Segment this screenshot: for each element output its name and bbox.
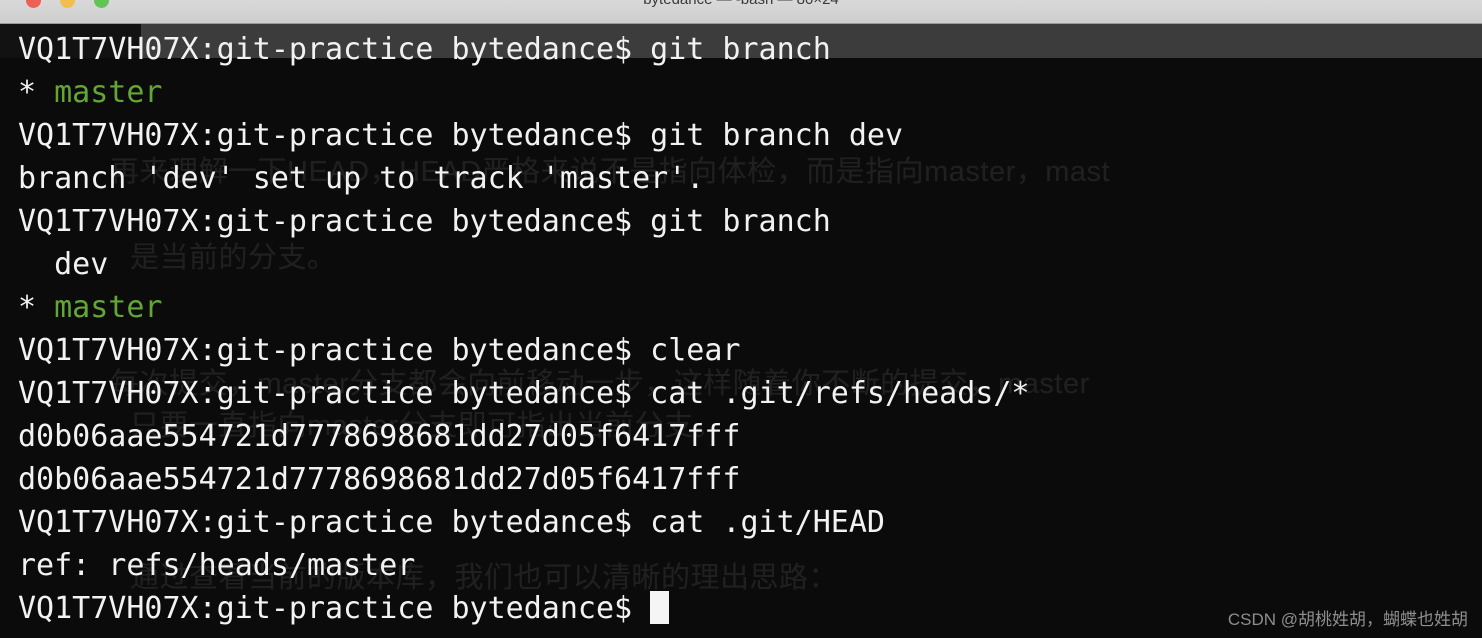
csdn-attribution-watermark: CSDN @胡桃姓胡，蝴蝶也姓胡: [1227, 610, 1468, 629]
branch-current-marker: *: [18, 290, 55, 325]
terminal-output-lines: VQ1T7VH07X:git-practice bytedance$ git b…: [0, 24, 1482, 630]
terminal-line-sha-output: d0b06aae554721d7778698681dd27d05f6417fff: [18, 419, 741, 454]
terminal-line-command: VQ1T7VH07X:git-practice bytedance$ cat .…: [18, 376, 1030, 411]
terminal-line-output: branch 'dev' set up to track 'master'.: [18, 161, 705, 196]
terminal-line-command: VQ1T7VH07X:git-practice bytedance$ git b…: [18, 204, 831, 239]
branch-name-master: master: [54, 75, 163, 110]
branch-current-marker: *: [18, 75, 55, 110]
terminal-window-screenshot: bytedance — -bash — 80×24 再来理解一下HEAD，HEA…: [0, 0, 1482, 638]
terminal-line-output: ref: refs/heads/master: [18, 548, 416, 583]
terminal-line-branch-current: * master: [18, 286, 1482, 329]
shell-prompt: VQ1T7VH07X:git-practice bytedance$: [18, 591, 651, 626]
terminal-line-command: VQ1T7VH07X:git-practice bytedance$ cat .…: [18, 505, 885, 540]
terminal-line-command: VQ1T7VH07X:git-practice bytedance$ clear: [18, 333, 741, 368]
terminal-body[interactable]: 再来理解一下HEAD，HEAD严格来说不是指向体检，而是指向master，mas…: [0, 24, 1482, 638]
terminal-line-command: VQ1T7VH07X:git-practice bytedance$ git b…: [18, 32, 831, 67]
terminal-line-branch-current: * master: [18, 71, 1482, 114]
block-cursor: [650, 591, 670, 624]
window-title: bytedance — -bash — 80×24: [0, 0, 1482, 8]
terminal-line-branch-dev: dev: [18, 247, 109, 282]
window-titlebar: bytedance — -bash — 80×24: [0, 0, 1482, 24]
branch-name-master: master: [54, 290, 163, 325]
terminal-line-sha-output: d0b06aae554721d7778698681dd27d05f6417fff: [18, 462, 741, 497]
terminal-line-command: VQ1T7VH07X:git-practice bytedance$ git b…: [18, 118, 904, 153]
